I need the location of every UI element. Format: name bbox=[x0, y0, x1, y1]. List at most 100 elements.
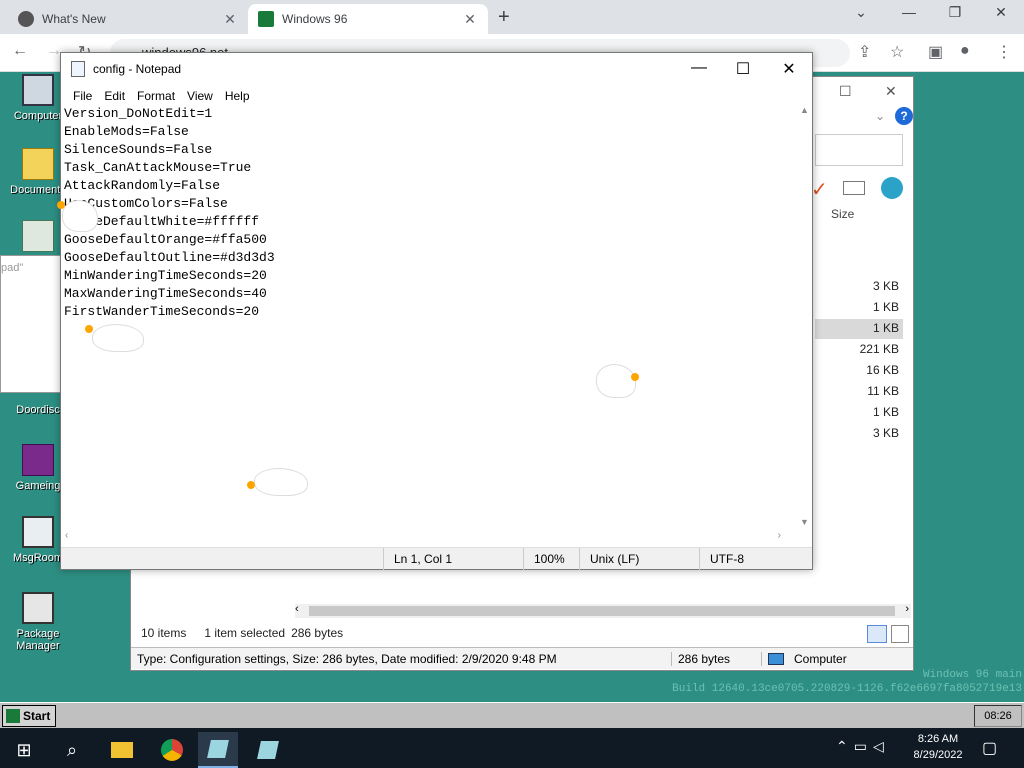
minimize-icon[interactable]: — bbox=[894, 4, 924, 20]
status-location-label: Computer bbox=[794, 651, 847, 666]
tab-windows-96[interactable]: Windows 96 ✕ bbox=[248, 4, 488, 34]
large-icons-view-icon[interactable] bbox=[891, 625, 909, 643]
windows96-app-icon-2[interactable] bbox=[248, 732, 288, 768]
horizontal-scrollbar[interactable]: ‹ › bbox=[61, 529, 797, 545]
file-size: 1 KB bbox=[872, 300, 899, 314]
goose-beak bbox=[57, 201, 65, 209]
file-size: 11 KB bbox=[867, 384, 899, 398]
tab-label: What's New bbox=[42, 12, 106, 26]
menu-format[interactable]: Format bbox=[131, 89, 181, 103]
tab-close-icon[interactable]: ✕ bbox=[222, 11, 238, 28]
windows-taskbar: ⊞ ⌕ ⌃ ▭ ◁ 8:26 AM 8/29/2022 ▢ bbox=[0, 728, 1024, 768]
chrome-icon[interactable] bbox=[152, 732, 192, 768]
menu-view[interactable]: View bbox=[181, 89, 219, 103]
goose-beak bbox=[85, 325, 93, 333]
desktop-icon-package-manager[interactable]: Package Manager bbox=[0, 592, 76, 652]
search-input[interactable] bbox=[815, 134, 903, 166]
maximize-icon[interactable]: ☐ bbox=[839, 83, 852, 100]
close-icon[interactable]: ✕ bbox=[769, 59, 809, 79]
show-hidden-icons-icon[interactable]: ⌃ bbox=[836, 738, 848, 755]
scroll-right-icon[interactable]: › bbox=[905, 603, 909, 615]
watermark-line1: Windows 96 main bbox=[922, 669, 1022, 681]
bookmark-star-icon[interactable]: ☆ bbox=[890, 42, 904, 62]
encoding: UTF-8 bbox=[699, 547, 799, 570]
cursor-position: Ln 1, Col 1 bbox=[383, 547, 523, 570]
taskbar-clock[interactable]: 8:26 AM 8/29/2022 bbox=[906, 731, 970, 763]
chat-computer-icon bbox=[22, 516, 54, 548]
explorer-summary: 10 items 1 item selected 286 bytes bbox=[141, 626, 343, 640]
file-size: 221 KB bbox=[859, 342, 899, 356]
goose-beak bbox=[631, 373, 639, 381]
status-location: Computer bbox=[761, 651, 859, 666]
size-column-header[interactable]: Size bbox=[831, 207, 854, 221]
goose-sprite[interactable] bbox=[596, 364, 639, 398]
windows96-favicon-icon bbox=[258, 11, 274, 27]
dialog-title: pad" bbox=[1, 262, 24, 274]
maximize-icon[interactable]: ☐ bbox=[723, 59, 763, 79]
scroll-left-icon[interactable]: ‹ bbox=[65, 530, 68, 541]
search-icon[interactable]: ⌕ bbox=[52, 732, 92, 768]
side-panel-icon[interactable]: ▣ bbox=[928, 42, 943, 62]
profile-avatar-icon[interactable]: ● bbox=[960, 42, 970, 60]
goose-sprite[interactable] bbox=[85, 324, 144, 352]
menu-file[interactable]: File bbox=[67, 89, 98, 103]
minimize-icon[interactable]: — bbox=[679, 59, 719, 77]
notepad-menu-bar: File Edit Format View Help bbox=[61, 85, 812, 107]
browser-tab-strip: What's New ✕ Windows 96 ✕ + ⌄ — ❐ ✕ bbox=[0, 0, 1024, 34]
notepad-status-bar: Ln 1, Col 1 100% Unix (LF) UTF-8 bbox=[61, 547, 812, 570]
close-icon[interactable]: ✕ bbox=[885, 83, 897, 100]
menu-help[interactable]: Help bbox=[219, 89, 256, 103]
game-cube-icon bbox=[22, 444, 54, 476]
share-icon[interactable]: ⇪ bbox=[858, 42, 871, 62]
notepad-icon bbox=[71, 61, 85, 77]
file-size: 16 KB bbox=[866, 363, 899, 377]
horizontal-scrollbar[interactable]: ‹ › bbox=[295, 603, 911, 618]
scroll-down-icon[interactable]: ▼ bbox=[800, 517, 809, 527]
tab-search-icon[interactable]: ⌄ bbox=[846, 4, 876, 21]
system-tray: ⌃ ▭ ◁ bbox=[836, 738, 884, 755]
file-size: 1 KB bbox=[872, 321, 899, 335]
start-logo-icon bbox=[6, 709, 20, 723]
close-icon[interactable]: ✕ bbox=[986, 4, 1016, 21]
w96-start-button[interactable]: Start bbox=[2, 705, 56, 727]
vertical-scrollbar[interactable]: ▲ ▼ bbox=[797, 105, 811, 527]
desktop-icon-label: Computer bbox=[13, 110, 63, 122]
file-explorer-icon[interactable] bbox=[102, 732, 142, 768]
scroll-up-icon[interactable]: ▲ bbox=[800, 105, 809, 115]
windows-start-icon[interactable]: ⊞ bbox=[4, 732, 44, 768]
back-icon[interactable]: ← bbox=[12, 42, 28, 60]
restore-icon[interactable]: ❐ bbox=[940, 4, 970, 21]
scroll-right-icon[interactable]: › bbox=[778, 530, 781, 541]
windows96-app-icon[interactable] bbox=[198, 732, 238, 768]
clock-time: 8:26 AM bbox=[917, 733, 959, 745]
mail-icon[interactable] bbox=[843, 181, 865, 195]
goose-sprite[interactable] bbox=[247, 468, 308, 496]
details-view-icon[interactable] bbox=[867, 625, 887, 643]
checkmark-icon[interactable]: ✓ bbox=[811, 177, 828, 202]
menu-kebab-icon[interactable]: ⋮ bbox=[996, 42, 1012, 62]
clock-date: 8/29/2022 bbox=[913, 749, 963, 761]
item-count: 10 items bbox=[141, 626, 187, 640]
tab-close-icon[interactable]: ✕ bbox=[462, 11, 478, 28]
new-tab-icon[interactable]: + bbox=[498, 6, 510, 29]
desktop-icon-label: Doordisc bbox=[16, 404, 60, 416]
watermark-line2: Build 12640.13ce0705.220829-1126.f62e669… bbox=[672, 683, 1022, 695]
file-size: 1 KB bbox=[872, 405, 899, 419]
build-watermark: Windows 96 main Build 12640.13ce0705.220… bbox=[672, 668, 1022, 696]
notepad-text-area[interactable]: Version_DoNotEdit=1 EnableMods=False Sil… bbox=[64, 105, 794, 525]
notification-icon[interactable]: ▢ bbox=[982, 738, 997, 758]
folder-icon bbox=[22, 148, 54, 180]
goose-sprite[interactable] bbox=[57, 200, 98, 232]
help-icon[interactable]: ? bbox=[895, 107, 913, 125]
tab-whats-new[interactable]: What's New ✕ bbox=[8, 4, 248, 34]
network-icon[interactable]: ▭ bbox=[854, 738, 867, 755]
scroll-left-icon[interactable]: ‹ bbox=[295, 603, 299, 615]
volume-icon[interactable]: ◁ bbox=[873, 738, 884, 755]
globe-icon[interactable] bbox=[881, 177, 903, 199]
chevron-down-icon[interactable]: ⌄ bbox=[875, 109, 885, 123]
chrome-favicon-icon bbox=[18, 11, 34, 27]
explorer-status-bar: Type: Configuration settings, Size: 286 … bbox=[131, 647, 913, 669]
menu-edit[interactable]: Edit bbox=[98, 89, 131, 103]
line-ending: Unix (LF) bbox=[579, 547, 699, 570]
scrollbar-thumb[interactable] bbox=[309, 606, 895, 616]
